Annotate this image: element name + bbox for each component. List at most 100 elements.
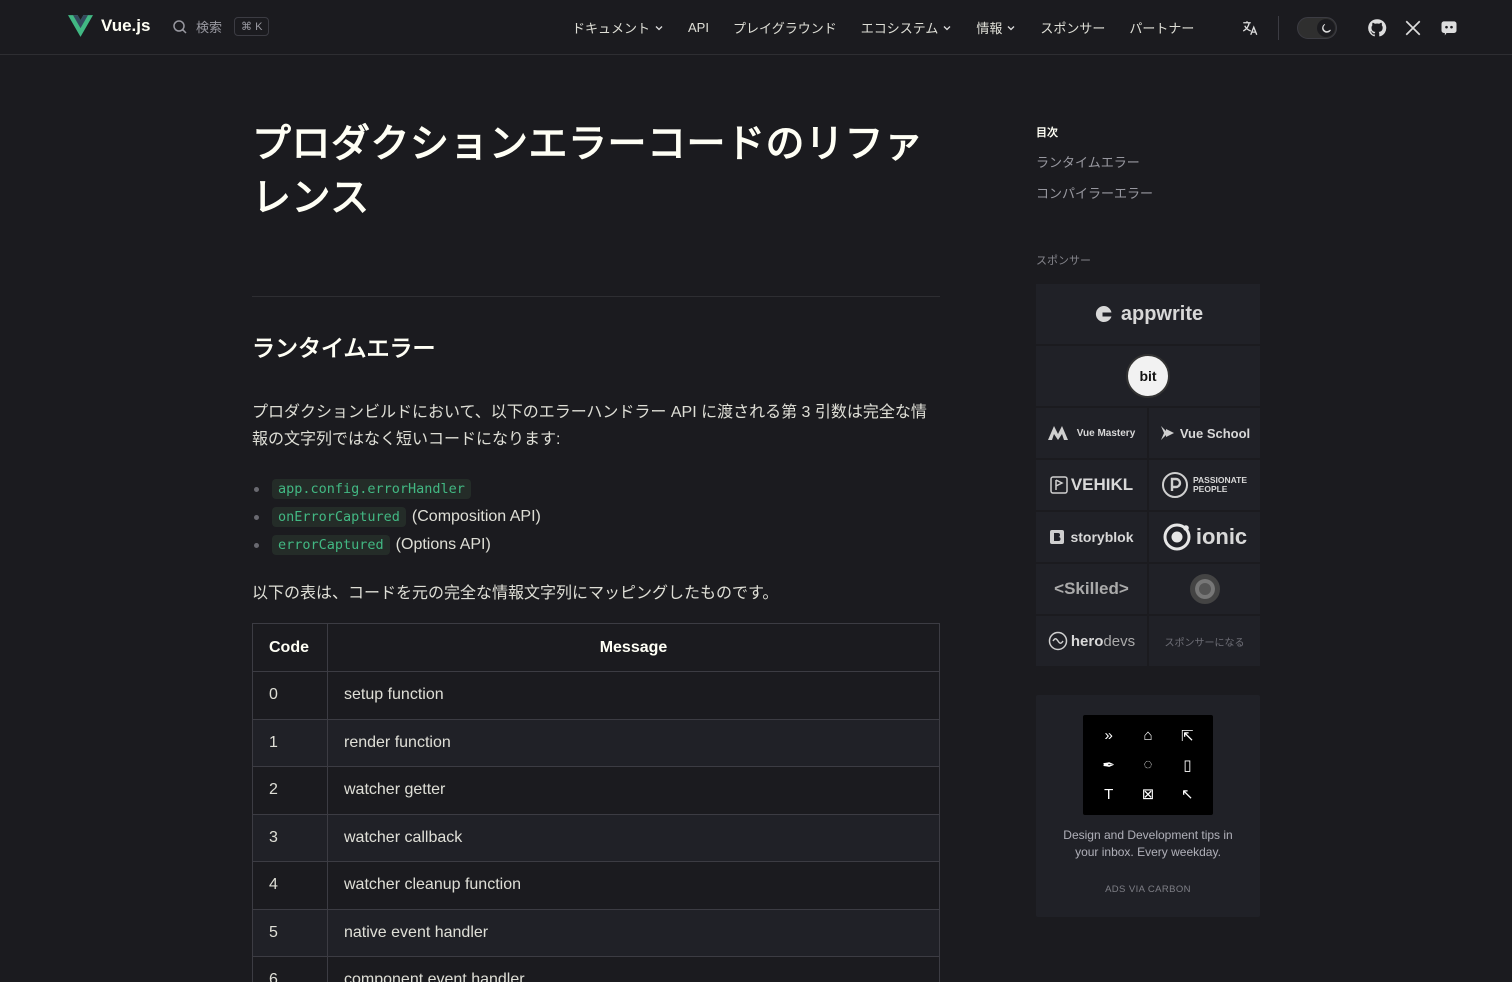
sponsor-vehikl[interactable]: VEHIKL (1036, 460, 1147, 510)
table-row: 6 component event handler (252, 956, 940, 982)
theme-toggle[interactable] (1297, 17, 1337, 39)
carbon-ad-attribution[interactable]: ADS VIA CARBON (1036, 884, 1260, 895)
sponsor-storyblok[interactable]: storyblok (1036, 512, 1147, 562)
menu-api[interactable]: API (688, 20, 709, 35)
carbon-ad-text: Design and Development tips in your inbo… (1063, 828, 1233, 859)
chevron-down-icon (655, 25, 663, 30)
sponsor-vue-mastery[interactable]: Vue Mastery (1036, 408, 1147, 458)
toc-title: 目次 (1036, 127, 1058, 139)
discord-icon[interactable] (1439, 18, 1459, 38)
herodevs-text-devs: devs (1103, 632, 1136, 650)
table-header-row: Code Message (252, 623, 940, 672)
list-item-suffix: (Options API) (395, 536, 491, 553)
list-item: app.config.errorHandler (252, 475, 940, 503)
column-header-message: Message (327, 623, 940, 672)
menu-ecosystem[interactable]: エコシステム (861, 18, 953, 37)
table-row: 1 render function (252, 718, 940, 767)
code-app-config-errorhandler: app.config.errorHandler (272, 479, 471, 499)
code-onerrorcaptured: onErrorCaptured (272, 507, 406, 527)
search-button[interactable]: 検索 ⌘ K (172, 17, 270, 36)
table-cell-message: watcher getter (327, 766, 940, 815)
bit-logo: bit (1126, 354, 1170, 398)
sponsor-appwrite[interactable]: appwrite (1036, 284, 1260, 344)
menu-sponsor-label: スポンサー (1040, 21, 1106, 36)
toc-link-compiler-errors[interactable]: コンパイラーエラー (1036, 183, 1260, 202)
github-icon[interactable] (1367, 18, 1387, 38)
chrome-icon (1189, 574, 1220, 604)
pointer-icon: ↖ (1181, 786, 1194, 804)
logo-link[interactable]: Vue.js (68, 15, 150, 37)
table-row: 3 watcher callback (252, 813, 940, 862)
table-cell-code: 6 (252, 956, 328, 982)
table-cell-code: 0 (252, 671, 328, 720)
become-sponsor-link[interactable]: スポンサーになる (1149, 616, 1260, 666)
sponsor-chrome[interactable] (1149, 564, 1260, 614)
list-item-suffix: (Composition API) (411, 508, 541, 525)
sponsor-skilled[interactable]: <Skilled> (1036, 564, 1147, 614)
x-twitter-icon[interactable] (1403, 18, 1423, 38)
herodevs-icon (1048, 631, 1068, 651)
table-cell-message: watcher callback (327, 813, 940, 862)
text-tool-icon: T (1104, 785, 1114, 803)
passionate-people-line2: PEOPLE (1193, 484, 1228, 494)
appwrite-text: appwrite (1120, 302, 1204, 325)
menu-playground-label: プレイグラウンド (732, 21, 837, 36)
pen-icon: ✒ (1102, 756, 1115, 774)
sponsors-grid: appwrite bit Vue Mastery Vue School VEHI… (1036, 284, 1260, 666)
table-cell-message: native event handler (327, 908, 940, 957)
menu-about[interactable]: 情報 (976, 18, 1016, 37)
error-code-table: Code Message 0 setup function 1 render fun… (252, 623, 940, 982)
vue-school-text: Vue School (1179, 425, 1251, 441)
vue-school-icon (1160, 426, 1174, 440)
vue-mastery-icon (1047, 426, 1068, 440)
code-errorcaptured: errorCaptured (272, 535, 390, 555)
main-menu: ドキュメント API プレイグラウンド エコシステム 情報 スポンサー パートナ… (572, 0, 1218, 55)
image-frame-icon: ⊠ (1141, 786, 1155, 804)
chevron-down-icon (943, 25, 951, 30)
list-item: onErrorCaptured (Composition API) (252, 503, 940, 531)
cursor-plus-icon: ⇱ (1181, 727, 1194, 745)
sponsor-bit[interactable]: bit (1036, 346, 1260, 406)
translate-icon[interactable] (1240, 18, 1260, 38)
table-row: 2 watcher getter (252, 766, 940, 815)
table-row: 0 setup function (252, 671, 940, 720)
menu-about-label: 情報 (976, 21, 1003, 36)
intro-paragraph: プロダクションビルドにおいて、以下のエラーハンドラー API に渡される第 3 … (252, 404, 927, 448)
skilled-text: <Skilled> (1054, 579, 1129, 598)
menu-api-label: API (688, 20, 709, 35)
table-row: 4 watcher cleanup function (252, 861, 940, 910)
top-navbar: Vue.js 検索 ⌘ K ドキュメント API プレイグラウンド エコシステム… (0, 0, 1512, 55)
table-cell-code: 1 (252, 718, 328, 767)
vehikl-text: VEHIKL (1070, 475, 1134, 494)
sponsor-passionate-people[interactable]: PASSIONATE PEOPLE (1149, 460, 1260, 510)
table-row: 5 native event handler (252, 908, 940, 957)
ionic-icon (1163, 523, 1191, 551)
nav-right-tools (1240, 13, 1459, 43)
section-heading-runtime-errors: ランタイムエラー (252, 335, 436, 361)
carbon-ad[interactable]: » ⌂ ⇱ ✒ ◌ ▯ T ⊠ ↖ Design and Development… (1036, 695, 1260, 917)
menu-docs[interactable]: ドキュメント (572, 18, 664, 37)
right-aside: 目次 ランタイムエラー コンパイラーエラー スポンサー appwrite bit… (1036, 124, 1260, 917)
bit-text: bit (1139, 368, 1157, 384)
passionate-people-icon (1162, 472, 1188, 498)
table-cell-message: watcher cleanup function (327, 861, 940, 910)
menu-sponsor[interactable]: スポンサー (1040, 18, 1105, 37)
page-title: プロダクションエラーコードのリファレンス (252, 123, 924, 220)
section-divider (252, 296, 940, 297)
main-content: プロダクションエラーコードのリファレンス ランタイムエラー プロダクションビルド… (252, 118, 940, 982)
logo-text: Vue.js (101, 16, 151, 35)
table-cell-message: render function (327, 718, 940, 767)
ionic-text: ionic (1195, 524, 1248, 549)
menu-partners[interactable]: パートナー (1129, 18, 1194, 37)
toc-link-runtime-errors[interactable]: ランタイムエラー (1036, 152, 1260, 171)
moon-icon (1317, 19, 1335, 37)
menu-playground[interactable]: プレイグラウンド (733, 18, 837, 37)
passionate-people-text: PASSIONATE PEOPLE (1193, 476, 1247, 494)
become-sponsor-text: スポンサーになる (1164, 637, 1245, 649)
sponsor-herodevs[interactable]: hero devs (1036, 616, 1147, 666)
sponsor-ionic[interactable]: ionic (1149, 512, 1260, 562)
sponsor-vue-school[interactable]: Vue School (1149, 408, 1260, 458)
search-shortcut: ⌘ K (234, 17, 270, 36)
search-label: 検索 (196, 20, 223, 35)
carbon-ad-image: » ⌂ ⇱ ✒ ◌ ▯ T ⊠ ↖ (1083, 715, 1213, 815)
